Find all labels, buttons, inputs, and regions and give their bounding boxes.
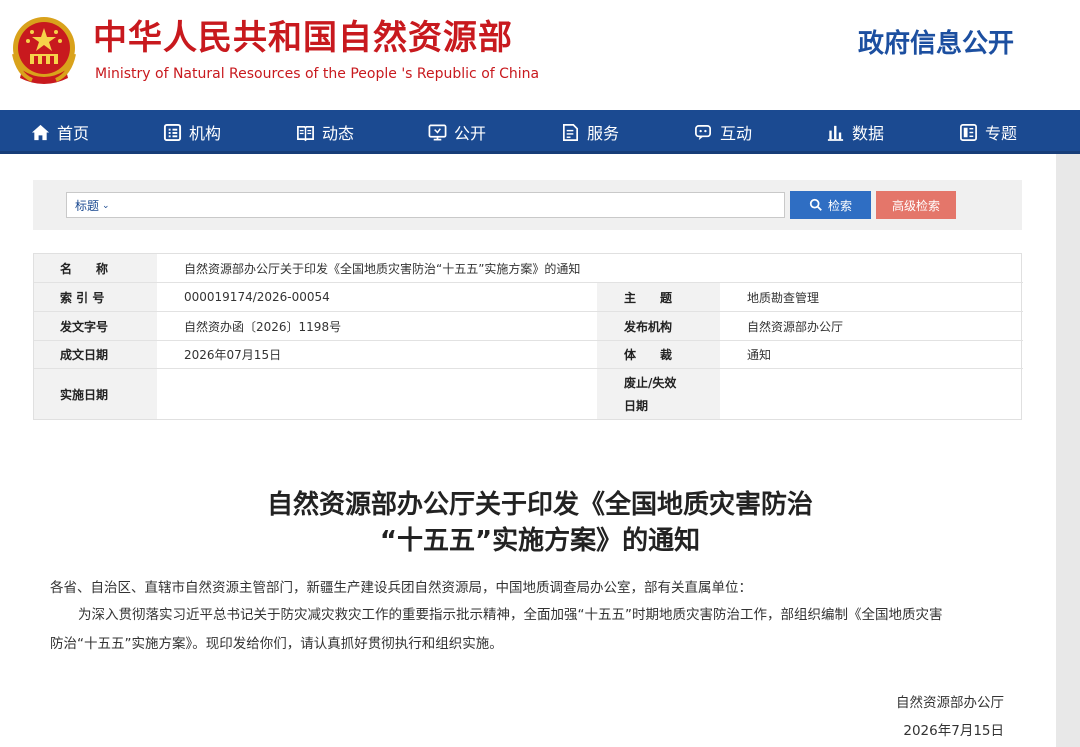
meta-genre-label: 体 裁 — [597, 341, 720, 368]
nav-label: 服务 — [587, 124, 620, 143]
search-button-label: 检索 — [827, 198, 852, 213]
nav-label: 数据 — [852, 124, 885, 143]
search-field-selector[interactable]: 标题 ⌄ — [75, 197, 110, 214]
site-title-cn: 中华人民共和国自然资源部 — [93, 18, 513, 58]
nav-item-topic[interactable]: 专题 — [959, 110, 1017, 154]
nav-label: 机构 — [189, 124, 222, 143]
main-nav: 首页 机构 动态 公开 服务 互动 数据 专题 — [0, 110, 1080, 154]
institution-icon — [163, 123, 182, 141]
article-signer: 自然资源部办公厅 — [896, 695, 1004, 711]
article-title-line2: “十五五”实施方案》的通知 — [379, 526, 701, 556]
meta-index-value: 000019174/2026-00054 — [184, 290, 330, 304]
page-side-strip — [1056, 154, 1080, 747]
advanced-search-button[interactable]: 高级检索 — [876, 191, 956, 219]
nav-label: 互动 — [720, 124, 753, 143]
meta-expiry-label-line1: 废止/失效 — [624, 376, 677, 390]
meta-issuer-label: 发布机构 — [597, 312, 720, 340]
search-field-label: 标题 — [75, 199, 100, 213]
nav-label: 专题 — [985, 124, 1018, 143]
nav-item-home[interactable]: 首页 — [31, 110, 89, 154]
nav-item-news[interactable]: 动态 — [296, 110, 354, 154]
meta-expiry-label-line2: 日期 — [624, 399, 649, 413]
meta-name-label: 名 称 — [34, 254, 157, 282]
search-icon — [809, 198, 822, 211]
meta-subject-label: 主 题 — [597, 283, 720, 311]
nav-item-interaction[interactable]: 互动 — [694, 110, 752, 154]
meta-expiry-label: 废止/失效 日期 — [597, 369, 720, 419]
nav-label: 首页 — [57, 124, 90, 143]
meta-doc-no-value: 自然资办函〔2026〕1198号 — [184, 319, 342, 334]
search-button[interactable]: 检索 — [790, 191, 871, 219]
chevron-down-icon: ⌄ — [102, 200, 110, 211]
meta-date-label: 成文日期 — [34, 341, 157, 368]
nav-item-disclosure[interactable]: 公开 — [428, 110, 486, 154]
meta-doc-no-label: 发文字号 — [34, 312, 157, 340]
search-panel: 标题 ⌄ 检索 高级检索 — [33, 180, 1022, 230]
gov-info-disclosure-link[interactable]: 政府信息公开 — [858, 27, 1014, 61]
service-icon — [562, 123, 579, 141]
home-icon — [31, 124, 50, 140]
news-icon — [297, 125, 314, 141]
topic-icon — [960, 123, 977, 141]
meta-genre-value: 通知 — [747, 348, 772, 362]
meta-subject-value: 地质勘查管理 — [747, 290, 820, 305]
nav-label: 动态 — [322, 124, 355, 143]
article-sign-date: 2026年7月15日 — [903, 723, 1004, 739]
nav-item-institution[interactable]: 机构 — [163, 110, 221, 154]
meta-name-value: 自然资源部办公厅关于印发《全国地质灾害防治“十五五”实施方案》的通知 — [184, 261, 581, 276]
meta-index-label: 索 引 号 — [34, 283, 157, 311]
disclosure-icon — [428, 124, 447, 140]
nav-label: 公开 — [454, 124, 487, 143]
nav-item-data[interactable]: 数据 — [826, 110, 884, 154]
search-box: 标题 ⌄ — [66, 192, 785, 218]
national-emblem-icon[interactable] — [10, 14, 78, 88]
site-header: 中华人民共和国自然资源部 Ministry of Natural Resourc… — [0, 0, 1080, 110]
bar-chart-icon — [827, 125, 844, 141]
document-meta-table: 名 称 自然资源部办公厅关于印发《全国地质灾害防治“十五五”实施方案》的通知 索… — [33, 253, 1023, 420]
article-body-line1: 为深入贯彻落实习近平总书记关于防灾减灾救灾工作的重要指示批示精神，全面加强“十五… — [78, 607, 943, 623]
chat-icon — [695, 124, 712, 140]
meta-effective-label: 实施日期 — [34, 369, 157, 419]
meta-effective-value — [157, 369, 597, 419]
nav-item-service[interactable]: 服务 — [561, 110, 619, 154]
article-salutation: 各省、自治区、直辖市自然资源主管部门，新疆生产建设兵团自然资源局，中国地质调查局… — [50, 580, 752, 596]
site-title-en: Ministry of Natural Resources of the Peo… — [95, 66, 540, 82]
meta-issuer-value: 自然资源部办公厅 — [747, 319, 844, 334]
article-body-line2: 防治“十五五”实施方案》。现印发给你们，请认真抓好贯彻执行和组织实施。 — [50, 636, 503, 652]
meta-date-value: 2026年07月15日 — [184, 348, 282, 362]
search-input[interactable] — [119, 195, 779, 215]
meta-expiry-value — [720, 369, 1021, 419]
article-title-line1: 自然资源部办公厅关于印发《全国地质灾害防治 — [266, 490, 813, 520]
